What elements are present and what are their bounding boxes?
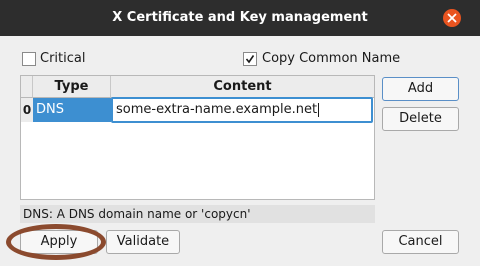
window-title: X Certificate and Key management	[112, 10, 368, 25]
table-corner	[21, 76, 33, 98]
copy-common-name-checkbox[interactable]	[243, 52, 257, 66]
critical-label[interactable]: Critical	[40, 51, 85, 67]
cell-type-text: DNS	[36, 102, 64, 117]
content-edit-text: some-extra-name.example.net	[116, 102, 318, 117]
table-cell-type[interactable]: DNS	[33, 98, 111, 122]
title-bar[interactable]: X Certificate and Key management	[0, 0, 480, 36]
column-header-content[interactable]: Content	[111, 76, 374, 98]
validate-button[interactable]: Validate	[106, 230, 180, 254]
annotation-circle	[6, 224, 106, 260]
content-edit-field[interactable]: some-extra-name.example.net	[111, 97, 373, 123]
close-button[interactable]	[443, 9, 461, 27]
column-header-type[interactable]: Type	[33, 76, 111, 98]
delete-button[interactable]: Delete	[382, 107, 459, 131]
text-caret	[318, 102, 320, 117]
checkmark-icon	[245, 55, 255, 64]
add-button[interactable]: Add	[382, 77, 459, 101]
close-icon	[447, 13, 457, 23]
row-number[interactable]: 0	[21, 98, 33, 122]
copy-common-name-label[interactable]: Copy Common Name	[262, 51, 400, 67]
extension-table[interactable]: Type Content 0 DNS some-extra-name.examp…	[20, 75, 375, 200]
info-text: DNS: A DNS domain name or 'copycn'	[20, 205, 375, 223]
critical-checkbox[interactable]	[22, 52, 36, 66]
cancel-button[interactable]: Cancel	[382, 230, 459, 254]
